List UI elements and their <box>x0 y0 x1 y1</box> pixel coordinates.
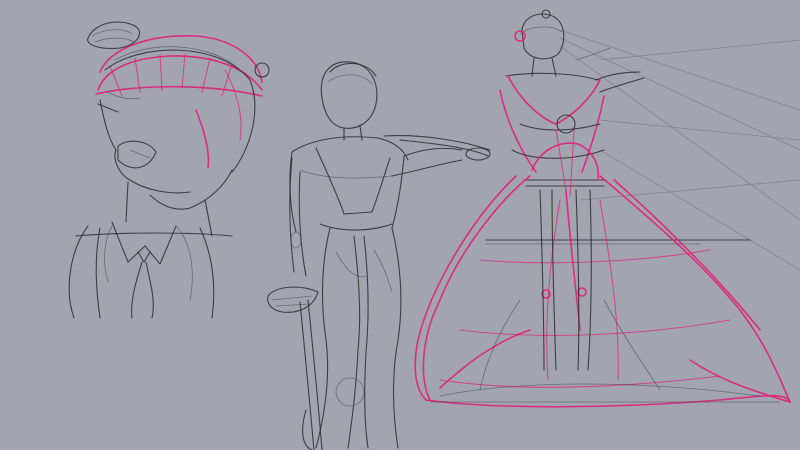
sketch-artwork <box>68 9 800 450</box>
portrait-bust-sketch <box>68 21 270 319</box>
gown-figure-sketch <box>414 9 800 408</box>
standing-figure-sketch <box>267 61 491 450</box>
drawing-canvas[interactable] <box>0 0 800 450</box>
